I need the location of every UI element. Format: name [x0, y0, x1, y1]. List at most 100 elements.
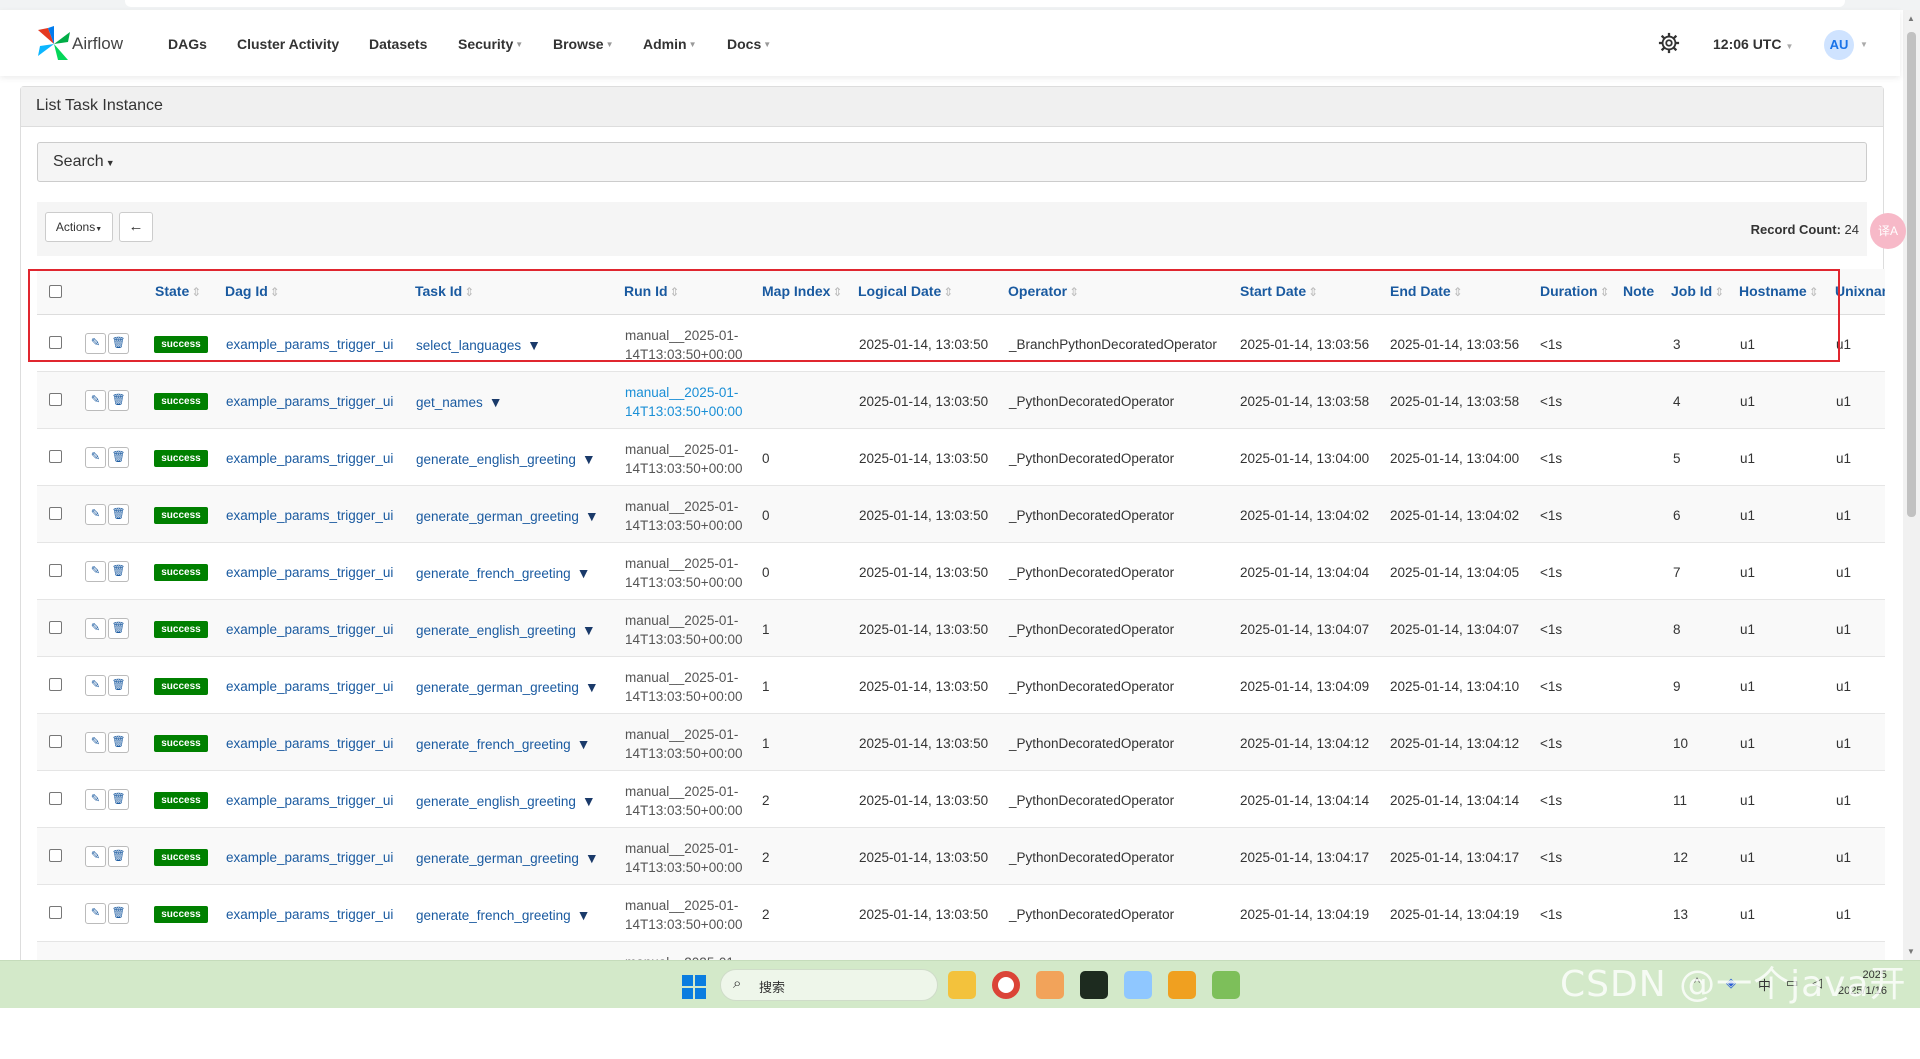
browser-address-bar[interactable] — [125, 0, 1845, 7]
filter-icon[interactable]: ▼ — [585, 508, 599, 524]
pycharm-icon[interactable] — [1080, 971, 1108, 999]
run-id-link[interactable]: manual__2025-01- 14T13:03:50+00:00 — [625, 725, 742, 763]
edit-icon[interactable]: ✎ — [85, 447, 106, 468]
trash-icon[interactable]: 🗑 — [108, 618, 129, 639]
dag-id-link[interactable]: example_params_trigger_ui — [226, 394, 393, 409]
app-icon[interactable] — [1168, 971, 1196, 999]
taskbar-search[interactable]: ⌕ 搜索 — [720, 969, 938, 1001]
dag-id-link[interactable]: example_params_trigger_ui — [226, 850, 393, 865]
row-checkbox[interactable] — [49, 849, 62, 862]
app-icon[interactable] — [1124, 971, 1152, 999]
nav-dags[interactable]: DAGs — [168, 36, 207, 52]
dag-id-link[interactable]: example_params_trigger_ui — [226, 565, 393, 580]
scroll-up-icon[interactable]: ▲ — [1907, 14, 1915, 23]
task-id-link[interactable]: generate_english_greeting ▼ — [416, 451, 596, 467]
filter-icon[interactable]: ▼ — [577, 565, 591, 581]
filter-icon[interactable]: ▼ — [582, 622, 596, 638]
run-id-link[interactable]: manual__2025-01- 14T13:03:50+00:00 — [625, 896, 742, 934]
task-id-link[interactable]: generate_english_greeting ▼ — [416, 793, 596, 809]
run-id-link[interactable]: manual__2025-01- 14T13:03:50+00:00 — [625, 668, 742, 706]
brand-name[interactable]: Airflow — [72, 34, 123, 54]
task-id-link[interactable]: generate_german_greeting ▼ — [416, 850, 599, 866]
row-checkbox[interactable] — [49, 678, 62, 691]
trash-icon[interactable]: 🗑 — [108, 390, 129, 411]
trash-icon[interactable]: 🗑 — [108, 789, 129, 810]
filter-icon[interactable]: ▼ — [577, 736, 591, 752]
edit-icon[interactable]: ✎ — [85, 732, 106, 753]
nav-admin[interactable]: Admin ▼ — [643, 36, 696, 52]
trash-icon[interactable]: 🗑 — [108, 732, 129, 753]
task-id-link[interactable]: generate_french_greeting ▼ — [416, 565, 590, 581]
utc-clock[interactable]: 12:06 UTC ▼ — [1713, 36, 1793, 52]
run-id-link[interactable]: manual__2025-01- 14T13:03:50+00:00 — [625, 782, 742, 820]
trash-icon[interactable]: 🗑 — [108, 504, 129, 525]
task-id-link[interactable]: generate_french_greeting ▼ — [416, 736, 590, 752]
edit-icon[interactable]: ✎ — [85, 903, 106, 924]
chrome-icon[interactable] — [992, 971, 1020, 999]
nav-browse[interactable]: Browse ▼ — [553, 36, 614, 52]
airflow-logo-icon[interactable] — [34, 24, 74, 64]
filter-icon[interactable]: ▼ — [489, 394, 503, 410]
row-checkbox[interactable] — [49, 564, 62, 577]
translate-widget-icon[interactable]: 译A — [1870, 213, 1906, 249]
dag-id-link[interactable]: example_params_trigger_ui — [226, 907, 393, 922]
nav-docs[interactable]: Docs ▼ — [727, 36, 771, 52]
caret-down-icon[interactable]: ▼ — [1860, 40, 1868, 49]
task-id-link[interactable]: generate_german_greeting ▼ — [416, 508, 599, 524]
row-checkbox[interactable] — [49, 621, 62, 634]
dag-id-link[interactable]: example_params_trigger_ui — [226, 451, 393, 466]
filter-icon[interactable]: ▼ — [585, 850, 599, 866]
task-id-link[interactable]: get_names ▼ — [416, 394, 503, 410]
edit-icon[interactable]: ✎ — [85, 675, 106, 696]
dag-id-link[interactable]: example_params_trigger_ui — [226, 736, 393, 751]
app-icon[interactable] — [1212, 971, 1240, 999]
dag-id-link[interactable]: example_params_trigger_ui — [226, 622, 393, 637]
row-checkbox[interactable] — [49, 735, 62, 748]
filter-icon[interactable]: ▼ — [582, 793, 596, 809]
run-id-link[interactable]: manual__2025-01- 14T13:03:50+00:00 — [625, 440, 742, 478]
windows-start-icon[interactable] — [682, 975, 706, 999]
filter-icon[interactable]: ▼ — [577, 907, 591, 923]
task-id-link[interactable]: generate_german_greeting ▼ — [416, 679, 599, 695]
row-checkbox[interactable] — [49, 792, 62, 805]
edit-icon[interactable]: ✎ — [85, 789, 106, 810]
task-id-link[interactable]: generate_english_greeting ▼ — [416, 622, 596, 638]
trash-icon[interactable]: 🗑 — [108, 447, 129, 468]
page-scrollbar[interactable]: ▲ ▼ — [1903, 10, 1920, 960]
filter-icon[interactable]: ▼ — [582, 451, 596, 467]
dag-id-link[interactable]: example_params_trigger_ui — [226, 793, 393, 808]
edit-icon[interactable]: ✎ — [85, 618, 106, 639]
trash-icon[interactable]: 🗑 — [108, 561, 129, 582]
edit-icon[interactable]: ✎ — [85, 390, 106, 411]
actions-button[interactable]: Actions▼ — [45, 212, 113, 242]
trash-icon[interactable]: 🗑 — [108, 846, 129, 867]
run-id-link[interactable]: manual__2025-01- 14T13:03:50+00:00 — [625, 611, 742, 649]
back-button[interactable]: ← — [119, 212, 153, 242]
col-unixname[interactable]: Unixname — [1835, 283, 1885, 299]
nav-datasets[interactable]: Datasets — [369, 36, 427, 52]
nav-security[interactable]: Security ▼ — [458, 36, 523, 52]
nav-cluster-activity[interactable]: Cluster Activity — [237, 36, 339, 52]
row-checkbox[interactable] — [49, 906, 62, 919]
row-checkbox[interactable] — [49, 393, 62, 406]
dag-id-link[interactable]: example_params_trigger_ui — [226, 508, 393, 523]
edit-icon[interactable]: ✎ — [85, 561, 106, 582]
edit-icon[interactable]: ✎ — [85, 504, 106, 525]
user-avatar[interactable]: AU — [1824, 30, 1854, 60]
row-checkbox[interactable] — [49, 450, 62, 463]
row-checkbox[interactable] — [49, 507, 62, 520]
filter-icon[interactable]: ▼ — [585, 679, 599, 695]
run-id-link[interactable]: manual__2025-01- 14T13:03:50+00:00 — [625, 497, 742, 535]
edit-icon[interactable]: ✎ — [85, 846, 106, 867]
run-id-link[interactable]: manual__2025-01- 14T13:03:50+00:00 — [625, 839, 742, 877]
run-id-link[interactable]: manual__2025-01- 14T13:03:50+00:00 — [625, 554, 742, 592]
scrollbar-thumb[interactable] — [1907, 32, 1916, 517]
task-id-link[interactable]: generate_french_greeting ▼ — [416, 907, 590, 923]
file-explorer-icon[interactable] — [948, 971, 976, 999]
search-toggle[interactable]: Search ▼ — [37, 142, 1867, 182]
trash-icon[interactable]: 🗑 — [108, 675, 129, 696]
trash-icon[interactable]: 🗑 — [108, 903, 129, 924]
run-id-link[interactable]: manual__2025-01- 14T13:03:50+00:00 — [625, 383, 742, 421]
gear-icon[interactable] — [1658, 32, 1680, 54]
dag-id-link[interactable]: example_params_trigger_ui — [226, 679, 393, 694]
